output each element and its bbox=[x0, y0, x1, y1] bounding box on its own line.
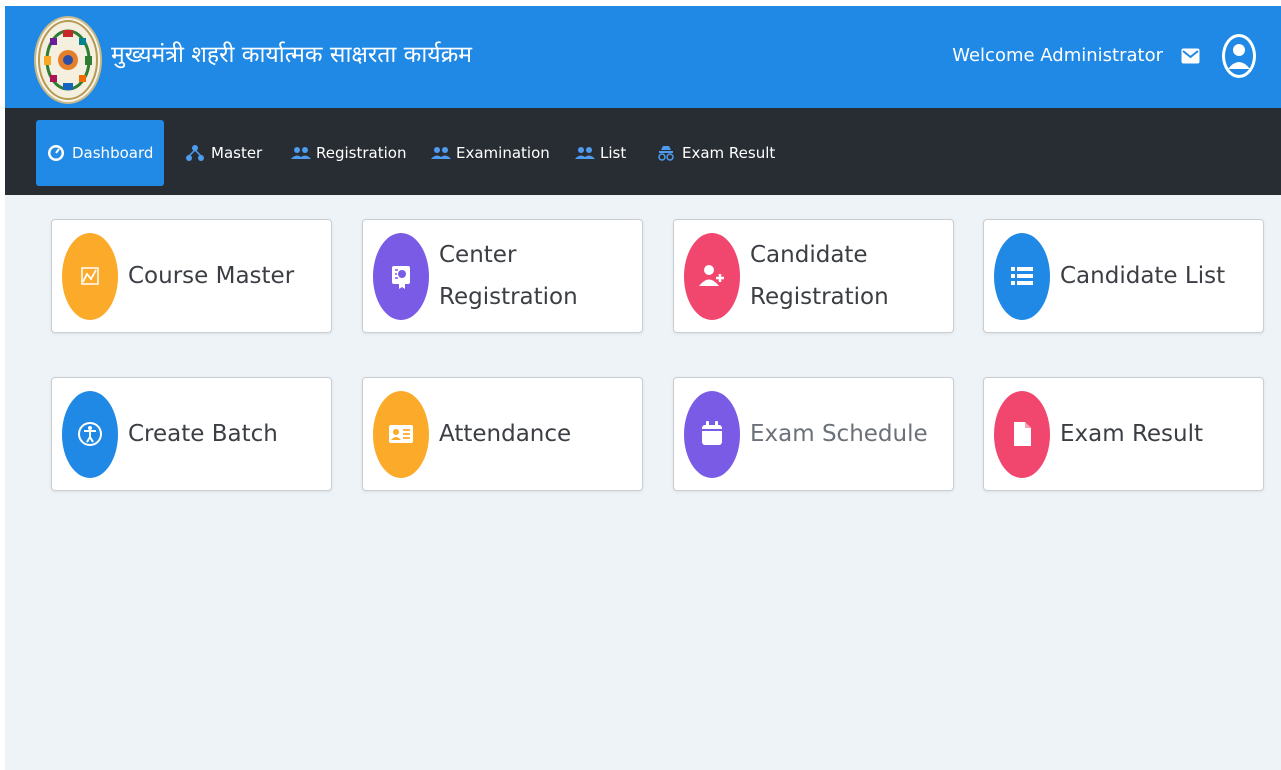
emblem-logo-icon[interactable] bbox=[34, 16, 102, 104]
tile-create-batch[interactable]: Create Batch bbox=[51, 377, 332, 491]
tile-exam-result[interactable]: Exam Result bbox=[983, 377, 1264, 491]
tile-candidate-list[interactable]: Candidate List bbox=[983, 219, 1264, 333]
tile-exam-schedule[interactable]: Exam Schedule bbox=[673, 377, 954, 491]
top-header: मुख्यमंत्री शहरी कार्यात्मक साक्षरता कार… bbox=[5, 6, 1281, 108]
welcome-text: Welcome Administrator bbox=[952, 45, 1163, 66]
sitemap-icon bbox=[186, 144, 204, 162]
nav-master[interactable]: Master bbox=[175, 120, 273, 186]
id-card-icon bbox=[373, 391, 429, 478]
nav-master-label: Master bbox=[211, 144, 263, 162]
tile-candidate-registration[interactable]: Candidate Registration bbox=[673, 219, 954, 333]
accessibility-icon bbox=[62, 391, 118, 478]
nav-dashboard[interactable]: Dashboard bbox=[36, 120, 165, 186]
nav-exam-result-label: Exam Result bbox=[682, 144, 776, 162]
chart-line-icon bbox=[62, 233, 118, 320]
tile-label: Candidate List bbox=[1060, 263, 1226, 289]
tile-label: Center Registration bbox=[439, 242, 578, 310]
users-icon bbox=[291, 144, 311, 162]
nav-exam-result[interactable]: Exam Result bbox=[646, 120, 786, 186]
users-icon bbox=[575, 144, 595, 162]
file-icon bbox=[994, 391, 1050, 478]
tile-label: Attendance bbox=[439, 421, 572, 447]
tile-label: Exam Schedule bbox=[750, 421, 928, 447]
user-secret-icon bbox=[657, 144, 675, 162]
app-root: मुख्यमंत्री शहरी कार्यात्मक साक्षरता कार… bbox=[5, 6, 1281, 770]
nav-list-label: List bbox=[600, 144, 627, 162]
main-navbar: Dashboard Master Registration Examinatio… bbox=[5, 108, 1281, 195]
list-icon bbox=[994, 233, 1050, 320]
nav-dashboard-label: Dashboard bbox=[72, 144, 154, 162]
nav-list[interactable]: List bbox=[564, 120, 637, 186]
tile-center-registration[interactable]: Center Registration bbox=[362, 219, 643, 333]
mail-icon[interactable] bbox=[1181, 48, 1200, 64]
dashboard-gauge-icon bbox=[47, 144, 65, 162]
tile-label: Create Batch bbox=[128, 421, 278, 447]
app-title: मुख्यमंत्री शहरी कार्यात्मक साक्षरता कार… bbox=[111, 42, 473, 68]
tile-label: Exam Result bbox=[1060, 421, 1204, 447]
tile-course-master[interactable]: Course Master bbox=[51, 219, 332, 333]
tile-label: Course Master bbox=[128, 263, 295, 289]
users-icon bbox=[431, 144, 451, 162]
nav-examination-label: Examination bbox=[456, 144, 550, 162]
nav-registration-label: Registration bbox=[316, 144, 407, 162]
tile-label: Candidate Registration bbox=[750, 242, 889, 310]
nav-examination[interactable]: Examination bbox=[420, 120, 561, 186]
certificate-icon bbox=[373, 233, 429, 320]
user-avatar-icon[interactable] bbox=[1221, 33, 1257, 79]
tile-attendance[interactable]: Attendance bbox=[362, 377, 643, 491]
user-plus-icon bbox=[684, 233, 740, 320]
nav-registration[interactable]: Registration bbox=[280, 120, 417, 186]
calendar-icon bbox=[684, 391, 740, 478]
